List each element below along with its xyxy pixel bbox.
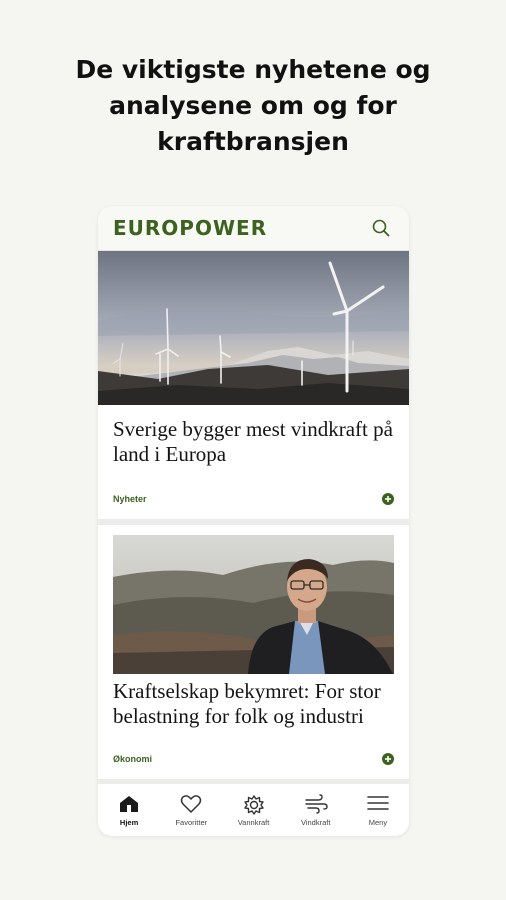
search-icon (372, 219, 390, 237)
article-tag[interactable]: Nyheter (113, 494, 147, 504)
article-tag[interactable]: Økonomi (113, 754, 152, 764)
promo-line-1: De viktigste nyhetene og (75, 55, 431, 84)
home-icon (120, 796, 139, 812)
europower-logo[interactable]: EUROPOWER (113, 216, 267, 240)
nav-label: Favoritter (175, 818, 208, 827)
promo-line-2: analysene om og for (109, 91, 397, 120)
article-card-2[interactable]: Kraftselskap bekymret: For stor belastni… (98, 525, 409, 779)
promo-headline: De viktigste nyhetene og analysene om og… (0, 52, 506, 160)
nav-label: Vindkraft (300, 818, 331, 827)
add-favorite-icon[interactable] (382, 753, 394, 765)
nav-label: Vannkraft (237, 818, 270, 827)
nav-item-menu[interactable]: Meny (347, 784, 409, 836)
gear-icon (243, 795, 264, 815)
nav-item-hydropower[interactable]: Vannkraft (222, 784, 284, 836)
article-title[interactable]: Sverige bygger mest vindkraft på land i … (113, 417, 395, 467)
app-bar: EUROPOWER (98, 206, 409, 251)
article-title[interactable]: Kraftselskap bekymret: For stor belastni… (113, 679, 395, 729)
nav-item-favorites[interactable]: Favoritter (160, 784, 222, 836)
wind-icon (305, 794, 328, 814)
promo-line-3: kraftbransjen (157, 127, 349, 156)
heart-icon (181, 795, 202, 813)
man-portrait-photo[interactable] (113, 535, 394, 674)
search-button[interactable] (371, 218, 391, 238)
menu-icon (367, 796, 389, 810)
article-card-1[interactable]: Sverige bygger mest vindkraft på land i … (98, 251, 409, 519)
nav-item-home[interactable]: Hjem (98, 784, 160, 836)
wind-turbines-photo[interactable] (98, 251, 409, 405)
nav-item-windpower[interactable]: Vindkraft (285, 784, 347, 836)
phone-screen: EUROPOWER Sverige bygger mest vindkraft … (98, 206, 409, 836)
nav-label: Hjem (119, 818, 139, 827)
add-favorite-icon[interactable] (382, 493, 394, 505)
bottom-nav: Hjem Favoritter Vannkraft Vindkraft Meny (98, 784, 409, 836)
nav-label: Meny (368, 818, 388, 827)
